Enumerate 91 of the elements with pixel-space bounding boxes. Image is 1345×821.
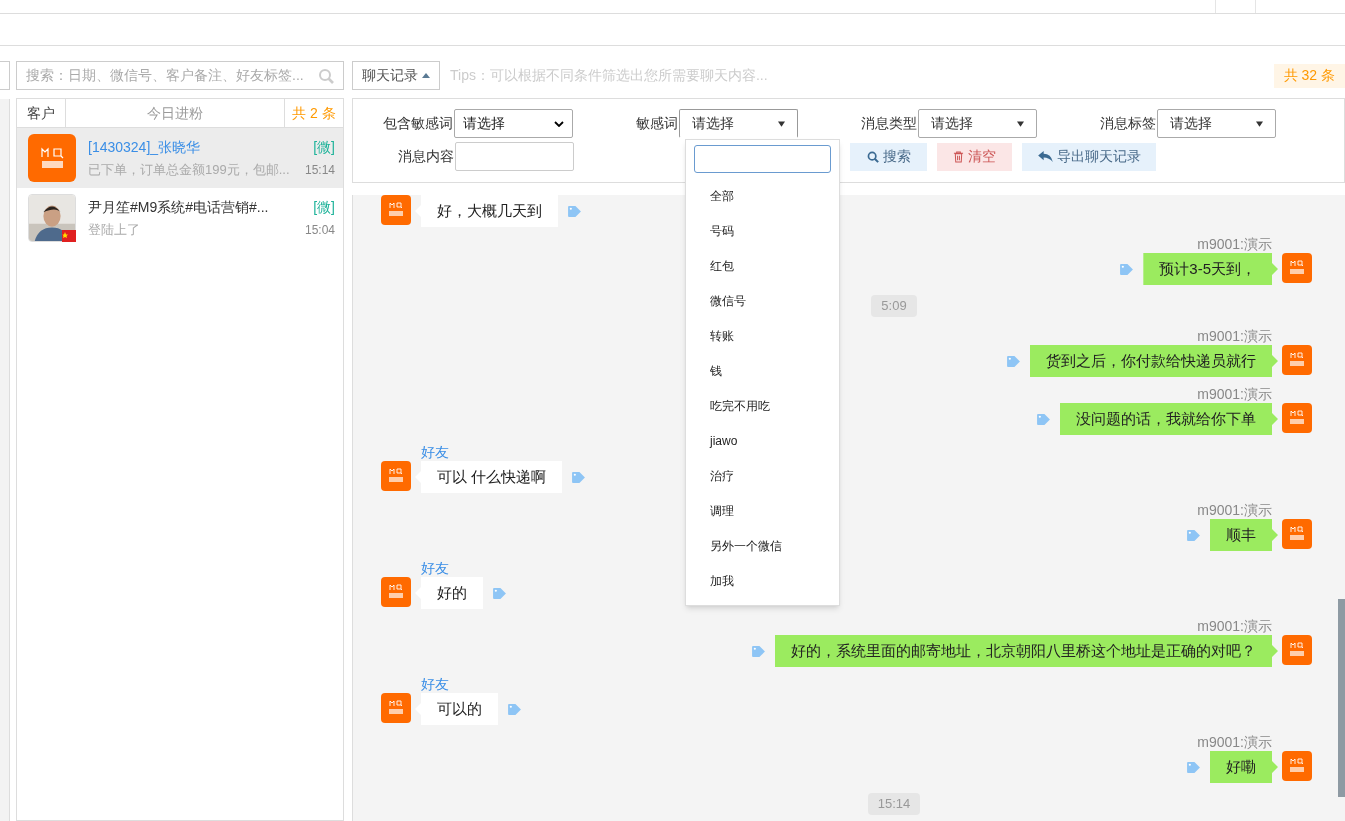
logo-avatar-icon bbox=[381, 577, 411, 607]
sender-name: m9001:演示 bbox=[1197, 501, 1272, 519]
logo-avatar-icon bbox=[1282, 253, 1312, 283]
reply-icon bbox=[1037, 151, 1053, 162]
logo-avatar-icon bbox=[28, 134, 76, 182]
message-bubble: 好的，系统里面的邮寄地址，北京朝阳八里桥这个地址是正确的对吧？ bbox=[775, 635, 1278, 667]
clear-button[interactable]: 清空 bbox=[937, 142, 1012, 171]
tag-icon[interactable] bbox=[1120, 263, 1134, 275]
search-field[interactable]: 搜索：日期、微信号、客户备注、好友标签... bbox=[16, 61, 344, 90]
filter-label: 消息类型 bbox=[861, 114, 917, 133]
message-bubble: 没问题的话，我就给你下单 bbox=[1060, 403, 1278, 435]
tag-icon[interactable] bbox=[1187, 761, 1200, 773]
message-bubble: 好，大概几天到 bbox=[415, 195, 558, 227]
message-bubble: 可以 什么快递啊 bbox=[415, 461, 563, 493]
tab[interactable]: 客户 bbox=[17, 99, 66, 127]
dropdown-option[interactable]: 微信号 bbox=[686, 284, 839, 319]
logo-avatar-icon bbox=[1282, 519, 1312, 549]
search-icon[interactable] bbox=[318, 67, 334, 84]
sender-name: m9001:演示 bbox=[1197, 617, 1272, 635]
caret-up-icon bbox=[422, 73, 430, 78]
record-count: 共 32 条 bbox=[1273, 63, 1345, 88]
logo-avatar-icon bbox=[1282, 403, 1312, 433]
logo-avatar-icon bbox=[1282, 635, 1312, 665]
tag-icon[interactable] bbox=[1187, 529, 1200, 541]
input-field[interactable] bbox=[455, 142, 574, 171]
dropdown-option[interactable]: 转账 bbox=[686, 319, 839, 354]
customer-name: 尹月笙#M9系统#电话营销#... bbox=[88, 197, 269, 217]
message-bubble: 好的 bbox=[415, 577, 483, 609]
logo-avatar-icon bbox=[381, 693, 411, 723]
message-bubble: 预计3-5天到， bbox=[1143, 253, 1278, 285]
message-bubble: 好嘞 bbox=[1210, 751, 1278, 783]
tag-icon[interactable] bbox=[572, 471, 586, 483]
caret-down-icon bbox=[1017, 120, 1024, 127]
export-button[interactable]: 导出聊天记录 bbox=[1022, 142, 1156, 171]
source-tag: [微] bbox=[313, 196, 335, 218]
scrollbar-thumb[interactable] bbox=[1338, 599, 1345, 797]
sender-name: 好友 bbox=[421, 559, 449, 577]
sender-name: m9001:演示 bbox=[1197, 327, 1272, 345]
dropdown-option[interactable]: 加我 bbox=[686, 564, 839, 599]
source-tag: [微] bbox=[313, 136, 335, 158]
message-bubble: 货到之后，你付款给快递员就行 bbox=[1030, 345, 1278, 377]
tag-icon[interactable] bbox=[493, 587, 506, 599]
filter-label: 消息标签 bbox=[1100, 114, 1156, 133]
message-time: 15:14 bbox=[304, 162, 335, 180]
chevron-down-icon bbox=[554, 120, 564, 127]
sender-name: m9001:演示 bbox=[1197, 385, 1272, 403]
tag-icon[interactable] bbox=[1007, 355, 1020, 367]
sender-name: m9001:演示 bbox=[1197, 733, 1272, 751]
search-button[interactable]: 搜索 bbox=[850, 142, 927, 171]
caret-down-icon bbox=[1256, 120, 1263, 127]
select-field[interactable]: 请选择 bbox=[454, 109, 573, 138]
customer-name: [1430324]_张晓华 bbox=[88, 137, 201, 157]
filter-label: 消息内容 bbox=[398, 147, 454, 166]
filter-label: 敏感词 bbox=[636, 114, 678, 133]
timestamp: 5:09 bbox=[871, 295, 917, 317]
select-field[interactable]: 请选择 bbox=[918, 109, 1037, 138]
tag-icon[interactable] bbox=[752, 645, 765, 657]
dropdown-option[interactable]: 调理 bbox=[686, 494, 839, 529]
filter-label: 包含敏感词 bbox=[383, 114, 453, 133]
dropdown-option[interactable]: 号码 bbox=[686, 214, 839, 249]
customer-count: 共 2 条 bbox=[291, 103, 337, 123]
timestamp: 15:14 bbox=[867, 793, 921, 815]
dropdown-option[interactable]: 全部 bbox=[686, 179, 839, 214]
trash-icon bbox=[953, 150, 964, 163]
logo-avatar-icon bbox=[1282, 751, 1312, 781]
message-preview: 登陆上了 bbox=[88, 220, 140, 239]
dropdown-search-field[interactable] bbox=[694, 145, 831, 173]
logo-avatar-icon bbox=[1282, 345, 1312, 375]
tag-icon[interactable] bbox=[508, 703, 521, 715]
message-time: 15:04 bbox=[304, 222, 335, 240]
sender-name: m9001:演示 bbox=[1197, 235, 1272, 253]
logo-avatar-icon bbox=[381, 461, 411, 491]
caret-down-icon bbox=[778, 120, 785, 127]
chat-record-button[interactable]: 聊天记录 bbox=[352, 61, 440, 90]
tag-icon[interactable] bbox=[568, 205, 581, 217]
message-preview: 已下单，订单总金额199元，包邮... bbox=[88, 160, 290, 179]
dropdown-option[interactable]: 钱 bbox=[686, 354, 839, 389]
search-icon bbox=[866, 150, 879, 163]
dropdown-option[interactable]: 红包 bbox=[686, 249, 839, 284]
message-bubble: 顺丰 bbox=[1210, 519, 1278, 551]
dropdown-option[interactable]: 治疗 bbox=[686, 459, 839, 494]
select-field[interactable]: 请选择 bbox=[1157, 109, 1276, 138]
search-field-edge bbox=[0, 61, 10, 90]
dropdown-option[interactable]: 吃完不用吃 bbox=[686, 389, 839, 424]
sender-name: 好友 bbox=[421, 675, 449, 693]
tag-icon[interactable] bbox=[1037, 413, 1050, 425]
select-field[interactable]: 请选择 bbox=[679, 109, 798, 138]
dropdown-option[interactable]: jiawo bbox=[686, 424, 839, 459]
dropdown-option[interactable]: 另外一个微信 bbox=[686, 529, 839, 564]
message-bubble: 可以的 bbox=[415, 693, 498, 725]
sender-name: 好友 bbox=[421, 443, 449, 461]
